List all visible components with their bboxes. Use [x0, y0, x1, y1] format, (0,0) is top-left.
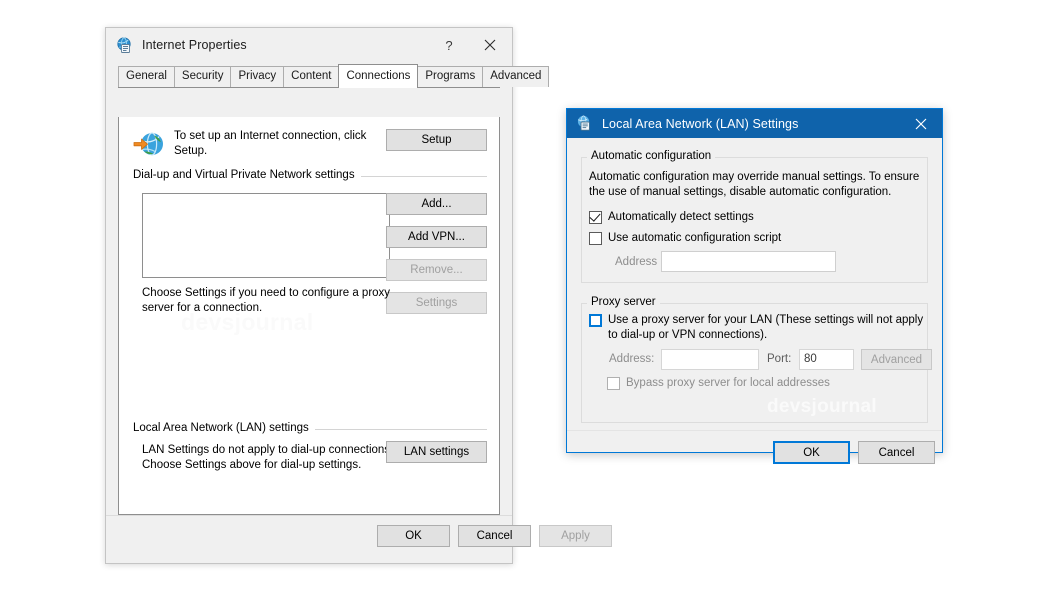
bypass-proxy-checkbox-row[interactable]: Bypass proxy server for local addresses — [607, 376, 830, 391]
apply-button[interactable]: Apply — [539, 525, 612, 547]
script-address-label: Address — [615, 256, 658, 268]
footer-divider — [106, 515, 512, 516]
close-icon[interactable] — [900, 110, 942, 138]
advanced-button[interactable]: Advanced — [861, 349, 932, 370]
dialup-group-label: Dial-up and Virtual Private Network sett… — [133, 169, 361, 181]
tab-advanced[interactable]: Advanced — [482, 66, 550, 87]
add-button[interactable]: Add... — [386, 193, 487, 215]
auto-detect-settings-checkbox-row[interactable]: Automatically detect settings — [589, 210, 754, 225]
cancel-button[interactable]: Cancel — [458, 525, 531, 547]
use-script-checkbox-row[interactable]: Use automatic configuration script — [589, 231, 781, 246]
tab-programs[interactable]: Programs — [417, 66, 484, 87]
ok-button[interactable]: OK — [377, 525, 450, 547]
proxy-address-label: Address: — [609, 353, 655, 365]
bypass-proxy-label: Bypass proxy server for local addresses — [626, 377, 830, 389]
lan-ok-button[interactable]: OK — [773, 441, 850, 464]
proxy-server-label: Proxy server — [587, 296, 660, 308]
internet-properties-title: Internet Properties — [142, 38, 247, 52]
lan-settings-icon — [576, 115, 593, 132]
lan-settings-body: devsjournal Automatic configuration Auto… — [567, 138, 942, 464]
tab-privacy[interactable]: Privacy — [230, 66, 285, 87]
connections-tab-panel: devsjournal To set up an Internet connec… — [118, 117, 500, 515]
connections-listbox[interactable] — [142, 193, 390, 278]
auto-detect-settings-label: Automatically detect settings — [608, 211, 754, 223]
lan-settings-title: Local Area Network (LAN) Settings — [602, 116, 799, 131]
internet-properties-titlebar-buttons: ? — [430, 28, 512, 62]
bypass-proxy-checkbox[interactable] — [607, 377, 620, 390]
lan-settings-dialog: Local Area Network (LAN) Settings devsjo… — [566, 108, 943, 464]
check-icon — [589, 210, 601, 222]
lan-settings-button[interactable]: LAN settings — [386, 441, 487, 463]
use-proxy-checkbox-row[interactable]: Use a proxy server for your LAN (These s… — [589, 313, 929, 343]
lan-hint: LAN Settings do not apply to dial-up con… — [142, 444, 394, 471]
auto-detect-settings-checkbox[interactable] — [589, 210, 602, 224]
use-proxy-label: Use a proxy server for your LAN (These s… — [608, 314, 924, 341]
internet-properties-icon — [116, 36, 133, 54]
lan-group-label: Local Area Network (LAN) settings — [133, 422, 315, 434]
tab-connections[interactable]: Connections — [338, 64, 419, 88]
setup-description: To set up an Internet connection, click … — [174, 130, 367, 157]
proxy-port-input[interactable]: 80 — [799, 349, 854, 370]
internet-properties-window: Internet Properties ? General Security P… — [105, 27, 612, 564]
proxy-port-label: Port: — [767, 353, 792, 365]
lan-settings-titlebar: Local Area Network (LAN) Settings — [567, 109, 942, 138]
help-button[interactable]: ? — [430, 29, 468, 62]
use-script-label: Use automatic configuration script — [608, 232, 782, 244]
automatic-configuration-label: Automatic configuration — [587, 150, 716, 162]
internet-properties-titlebar: Internet Properties ? — [106, 28, 512, 62]
tab-general[interactable]: General — [118, 66, 175, 87]
close-icon[interactable] — [468, 29, 512, 62]
settings-button[interactable]: Settings — [386, 292, 487, 314]
tab-security[interactable]: Security — [173, 66, 232, 87]
globe-connection-icon — [132, 130, 166, 160]
use-proxy-checkbox[interactable] — [589, 314, 602, 327]
tab-content[interactable]: Content — [283, 66, 340, 87]
automatic-configuration-description: Automatic configuration may override man… — [589, 171, 920, 198]
proxy-address-input[interactable] — [661, 349, 759, 370]
add-vpn-button[interactable]: Add VPN... — [386, 226, 487, 248]
lan-footer-divider — [567, 430, 942, 431]
lan-cancel-button[interactable]: Cancel — [858, 441, 935, 464]
setup-button[interactable]: Setup — [386, 129, 487, 151]
use-script-checkbox[interactable] — [589, 232, 602, 245]
tabstrip: General Security Privacy Content Connect… — [118, 64, 550, 88]
script-address-input[interactable] — [661, 251, 836, 272]
dialup-hint: Choose Settings if you need to configure… — [142, 287, 391, 314]
remove-button[interactable]: Remove... — [386, 259, 487, 281]
